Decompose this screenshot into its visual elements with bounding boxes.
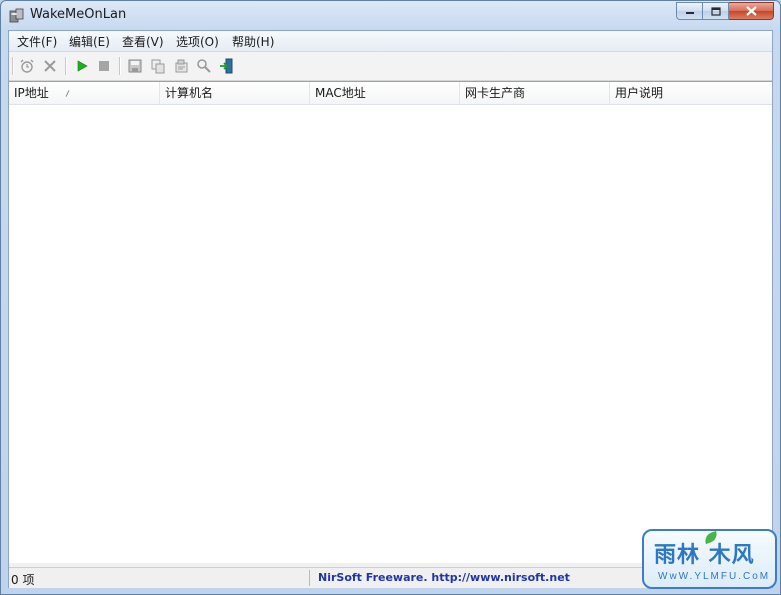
title-bar[interactable]: WakeMeOnLan bbox=[1, 1, 780, 30]
stop-scan-button[interactable] bbox=[94, 56, 114, 76]
menu-help[interactable]: 帮助(H) bbox=[230, 33, 276, 50]
close-button[interactable] bbox=[729, 2, 774, 20]
watermark-sub: WwW.YLMFU.CoM bbox=[658, 571, 771, 582]
stop-icon bbox=[99, 61, 109, 71]
delete-icon bbox=[44, 60, 56, 72]
client-area: 文件(F) 编辑(E) 查看(V) 选项(O) 帮助(H) IP地址 计算机名 … bbox=[8, 30, 773, 588]
menu-options[interactable]: 选项(O) bbox=[174, 33, 221, 50]
toolbar-separator bbox=[65, 57, 67, 75]
device-list[interactable]: IP地址 计算机名 MAC地址 网卡生产商 用户说明 bbox=[9, 81, 772, 563]
copy-icon bbox=[151, 59, 165, 74]
watermark-main: 雨林 木风 bbox=[654, 542, 755, 568]
app-icon bbox=[9, 8, 24, 23]
list-header: IP地址 计算机名 MAC地址 网卡生产商 用户说明 bbox=[9, 82, 772, 105]
play-icon bbox=[77, 60, 88, 72]
maximize-icon bbox=[710, 6, 721, 16]
toolbar-separator bbox=[12, 57, 14, 75]
toolbar bbox=[9, 52, 772, 81]
minimize-button[interactable] bbox=[676, 2, 703, 20]
column-header-label: 计算机名 bbox=[165, 86, 214, 100]
window-title: WakeMeOnLan bbox=[30, 7, 127, 22]
exit-button[interactable] bbox=[217, 56, 237, 76]
toolbar-separator bbox=[119, 57, 121, 75]
alarm-clock-icon bbox=[20, 59, 34, 73]
delete-button[interactable] bbox=[40, 56, 60, 76]
column-header-label: 网卡生产商 bbox=[465, 86, 526, 100]
ylmf-watermark: 雨林 木风 WwW.YLMFU.CoM bbox=[642, 529, 777, 589]
find-icon bbox=[197, 59, 211, 73]
column-header-mac[interactable]: MAC地址 bbox=[310, 82, 460, 104]
save-icon bbox=[128, 59, 142, 73]
app-window: WakeMeOnLan 文件(F) 编辑(E) 查看(V) 选项(O) 帮助(H… bbox=[0, 0, 781, 595]
column-header-label: 用户说明 bbox=[615, 86, 664, 100]
start-scan-button[interactable] bbox=[72, 56, 92, 76]
properties-icon bbox=[175, 59, 188, 73]
menu-bar: 文件(F) 编辑(E) 查看(V) 选项(O) 帮助(H) bbox=[9, 31, 772, 52]
wake-button[interactable] bbox=[17, 56, 37, 76]
nirsoft-link[interactable]: NirSoft Freeware. http://www.nirsoft.net bbox=[318, 571, 570, 584]
find-button[interactable] bbox=[194, 56, 214, 76]
menu-edit[interactable]: 编辑(E) bbox=[67, 33, 112, 50]
status-divider bbox=[309, 570, 310, 586]
menu-view[interactable]: 查看(V) bbox=[120, 33, 166, 50]
close-icon bbox=[745, 6, 757, 16]
status-item-count: 0 项 bbox=[11, 573, 35, 587]
caption-buttons bbox=[676, 2, 774, 21]
menu-file[interactable]: 文件(F) bbox=[15, 33, 59, 50]
save-button[interactable] bbox=[125, 56, 145, 76]
column-header-computer-name[interactable]: 计算机名 bbox=[160, 82, 310, 104]
sort-indicator-icon bbox=[65, 90, 70, 97]
maximize-button[interactable] bbox=[703, 2, 729, 20]
column-header-label: MAC地址 bbox=[315, 86, 366, 100]
column-header-vendor[interactable]: 网卡生产商 bbox=[460, 82, 610, 104]
exit-icon bbox=[220, 58, 233, 74]
copy-button[interactable] bbox=[148, 56, 168, 76]
properties-button[interactable] bbox=[171, 56, 191, 76]
column-header-label: IP地址 bbox=[14, 86, 49, 100]
minimize-icon bbox=[685, 12, 694, 14]
column-header-ip[interactable]: IP地址 bbox=[9, 82, 160, 104]
column-header-user-text[interactable]: 用户说明 bbox=[610, 82, 772, 104]
